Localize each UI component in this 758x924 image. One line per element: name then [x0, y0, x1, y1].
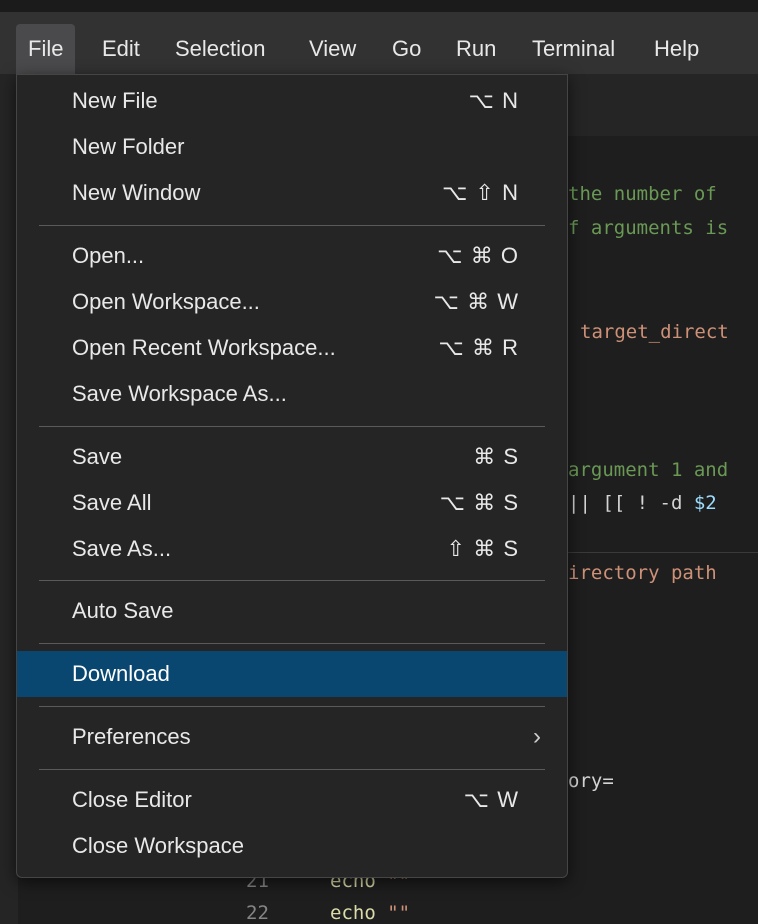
menu-separator [39, 225, 545, 226]
menu-item-open[interactable]: Open... ⌥ ⌘ O [17, 233, 567, 279]
menu-item-shortcut: ⇧ ⌘ S [446, 536, 519, 561]
menu-bar: File Edit Selection View Go Run Terminal… [0, 0, 758, 74]
menu-separator [39, 426, 545, 427]
menu-item-shortcut: ⌥ N [468, 88, 519, 113]
menu-separator [39, 643, 545, 644]
menu-item-label: Open Workspace... [72, 289, 260, 314]
menu-item-label: Save As... [72, 536, 172, 561]
menu-item-shortcut: ⌘ S [473, 444, 519, 469]
menu-item-shortcut: ⌥ ⌘ R [438, 335, 519, 360]
menu-item-new-window[interactable]: New Window ⌥ ⇧ N [17, 170, 567, 216]
menu-item-shortcut: ⌥ ⌘ W [433, 289, 519, 314]
menu-item-label: Save [72, 444, 123, 469]
code-line: || [[ ! -d $2 [568, 488, 717, 518]
menu-item-close-editor[interactable]: Close Editor ⌥ W [17, 777, 567, 823]
menu-separator [39, 706, 545, 707]
menu-separator [39, 769, 545, 770]
menu-run[interactable]: Run [448, 24, 504, 74]
code-fragment: ory= [568, 770, 614, 792]
menu-item-label: Download [72, 661, 170, 686]
vscode-window: File Edit Selection View Go Run Terminal… [0, 0, 758, 924]
menu-go[interactable]: Go [384, 24, 429, 74]
file-menu-dropdown: New File ⌥ N New Folder New Window ⌥ ⇧ N… [16, 74, 568, 878]
menu-item-download[interactable]: Download [17, 651, 567, 697]
code-keyword: echo [330, 902, 376, 924]
code-variable: $2 [693, 492, 717, 514]
menu-edit[interactable]: Edit [94, 24, 148, 74]
menu-file[interactable]: File [16, 24, 76, 74]
menu-item-label: New File [72, 88, 158, 113]
chevron-right-icon: › [533, 723, 541, 750]
menu-item-new-file[interactable]: New File ⌥ N [17, 78, 567, 124]
menu-view[interactable]: View [301, 24, 364, 74]
menu-item-label: New Folder [72, 134, 185, 159]
menu-selection[interactable]: Selection [167, 24, 274, 74]
menu-item-label: Auto Save [72, 598, 174, 623]
code-fragment: argument 1 and [568, 459, 729, 481]
menu-item-save-all[interactable]: Save All ⌥ ⌘ S [17, 480, 567, 526]
menu-item-shortcut: ⌥ ⌘ S [439, 490, 519, 515]
menu-item-label: Close Workspace [72, 833, 244, 858]
code-fragment: irectory path [568, 562, 717, 584]
code-fragment: target_direct [580, 321, 729, 343]
menu-item-label: Save Workspace As... [72, 381, 287, 406]
code-line: echo "" [330, 898, 410, 924]
menu-item-open-workspace[interactable]: Open Workspace... ⌥ ⌘ W [17, 279, 567, 325]
menu-item-label: Open Recent Workspace... [72, 335, 336, 360]
menu-item-shortcut: ⌥ W [463, 787, 519, 812]
code-fragment: f arguments is [568, 217, 729, 239]
menu-item-label: New Window [72, 180, 201, 205]
menu-item-save[interactable]: Save ⌘ S [17, 434, 567, 480]
menu-item-save-workspace-as[interactable]: Save Workspace As... [17, 371, 567, 417]
menu-item-shortcut: ⌥ ⌘ O [437, 243, 519, 268]
menu-item-save-as[interactable]: Save As... ⇧ ⌘ S [17, 526, 567, 572]
menu-item-auto-save[interactable]: Auto Save [17, 588, 567, 634]
code-string: "" [387, 902, 411, 924]
menu-item-label: Save All [72, 490, 152, 515]
code-fragment: the number of [568, 183, 717, 205]
line-number: 22 [246, 902, 269, 924]
menu-terminal[interactable]: Terminal [524, 24, 623, 74]
menu-separator [39, 580, 545, 581]
menu-item-open-recent-workspace[interactable]: Open Recent Workspace... ⌥ ⌘ R [17, 325, 567, 371]
menu-help[interactable]: Help [646, 24, 707, 74]
menu-item-label: Preferences [72, 724, 191, 749]
code-fragment: || [[ ! -d [568, 492, 694, 514]
menu-item-label: Close Editor [72, 787, 192, 812]
menu-item-preferences[interactable]: Preferences › [17, 714, 567, 760]
menu-item-label: Open... [72, 243, 145, 268]
menu-item-new-folder[interactable]: New Folder [17, 124, 567, 170]
menu-item-close-workspace[interactable]: Close Workspace [17, 823, 567, 869]
menu-item-shortcut: ⌥ ⇧ N [442, 180, 519, 205]
editor-divider [568, 552, 758, 553]
